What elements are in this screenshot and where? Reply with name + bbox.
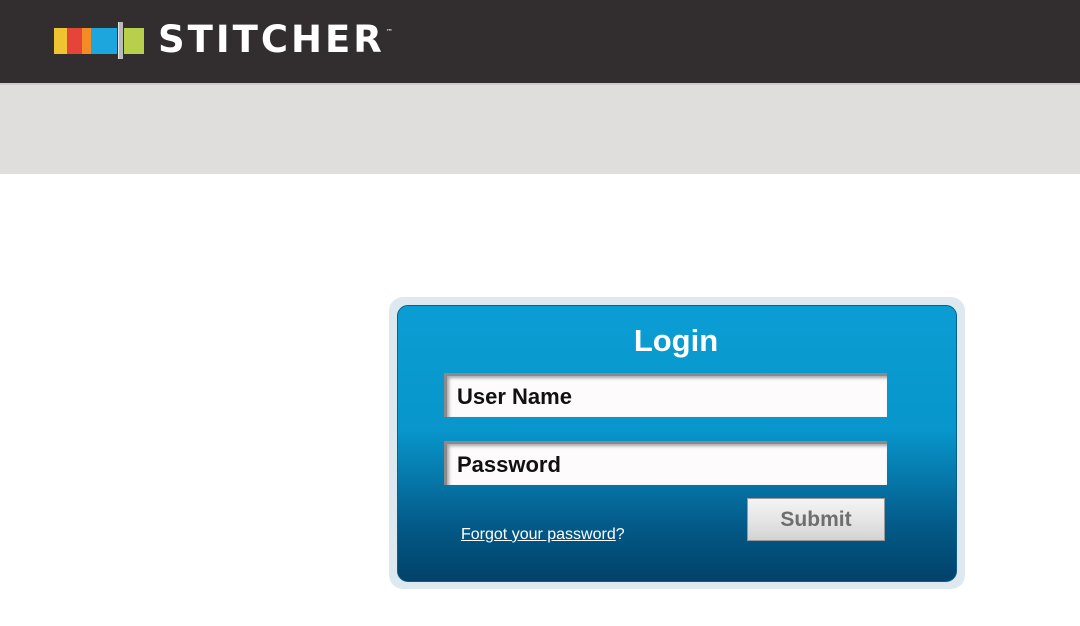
stitcher-logo[interactable]: STITCHER ™ <box>54 20 393 60</box>
forgot-password-suffix: ? <box>615 526 625 543</box>
trademark-symbol: ™ <box>385 28 393 36</box>
sub-header-bar <box>0 83 1080 174</box>
site-header: STITCHER ™ <box>0 0 1080 83</box>
logo-wordmark: STITCHER <box>158 18 385 61</box>
password-input[interactable] <box>444 441 887 485</box>
submit-button[interactable]: Submit <box>747 498 885 541</box>
forgot-password-link[interactable]: Forgot your password <box>461 526 616 543</box>
stitcher-logo-icon <box>54 21 144 59</box>
login-title: Login <box>633 323 719 358</box>
username-input[interactable] <box>444 373 887 417</box>
forgot-password-text: Forgot your password? <box>461 525 625 545</box>
